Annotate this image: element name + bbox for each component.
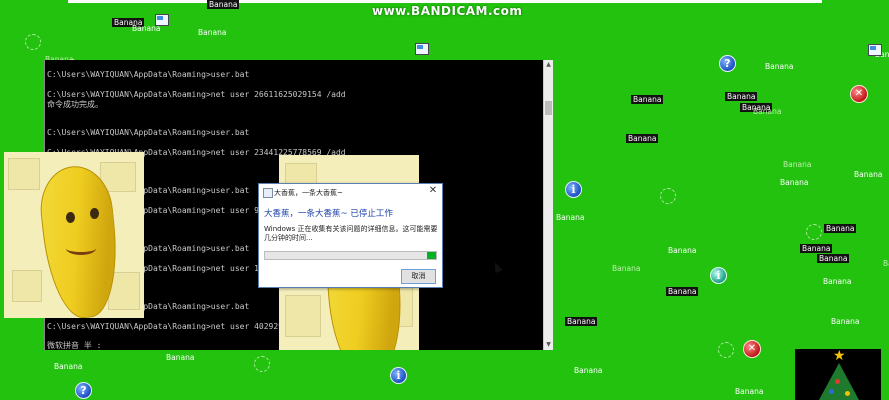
star-icon: ★ <box>833 348 846 364</box>
banana-label: Banana <box>783 160 812 169</box>
ghost-icon <box>254 356 270 372</box>
banana-label: Banana <box>817 254 850 263</box>
ghost-icon <box>25 34 41 50</box>
dialog-heading: 大香蕉，一条大香蕉~ 已停止工作 <box>264 209 393 219</box>
banana-label: Banana <box>565 317 598 326</box>
banana-label: Banana <box>556 213 585 222</box>
ghost-icon <box>718 342 734 358</box>
banana-label: Banana <box>753 107 782 116</box>
banana-label: Banana <box>725 92 758 101</box>
close-icon[interactable]: ✕ <box>428 186 438 196</box>
banana-label: Banana <box>823 277 852 286</box>
banana-label: Banana <box>765 62 794 71</box>
banana-label: Banana <box>883 259 889 268</box>
bandicam-watermark: www.BANDICAM.com <box>372 4 523 18</box>
banana-label: Banana <box>207 0 240 9</box>
window-icon <box>868 44 882 56</box>
banana-label: Banana <box>668 246 697 255</box>
progress-bar <box>264 251 437 260</box>
ghost-icon <box>806 224 822 240</box>
console-line: 微软拼音 半 : <box>47 341 102 350</box>
error-icon[interactable] <box>743 340 761 358</box>
cancel-button[interactable]: 取消 <box>401 269 436 284</box>
info-icon[interactable] <box>390 367 407 384</box>
console-line: C:\Users\WAYIQUAN\AppData\Roaming>user.b… <box>47 70 250 79</box>
top-edge-bar <box>68 0 822 3</box>
banana-label: Banana <box>612 264 641 273</box>
window-icon <box>155 14 169 26</box>
banana-label: Banana <box>631 95 664 104</box>
banana-label: Banana <box>666 287 699 296</box>
question-icon[interactable] <box>75 382 92 399</box>
banana-label: Banana <box>735 387 764 396</box>
banana-label: Banana <box>824 224 857 233</box>
banana-label: Banana <box>54 362 83 371</box>
banana-label: Banana <box>166 353 195 362</box>
console-line: C:\Users\WAYIQUAN\AppData\Roaming>user.b… <box>47 128 250 137</box>
dialog-title: 大香蕉，一条大香蕉~ <box>274 189 343 197</box>
banana-label: Banana <box>831 317 860 326</box>
ghost-icon <box>660 188 676 204</box>
banana-label: Banana <box>198 28 227 37</box>
app-icon <box>263 188 273 198</box>
banana-label: Banana <box>800 244 833 253</box>
console-line: C:\Users\WAYIQUAN\AppData\Roaming>net us… <box>47 90 346 99</box>
scroll-thumb[interactable] <box>545 101 552 115</box>
window-icon <box>415 43 429 55</box>
error-dialog[interactable]: 大香蕉，一条大香蕉~ ✕ 大香蕉，一条大香蕉~ 已停止工作 Windows 正在… <box>258 183 443 288</box>
banana-label: Banana <box>626 134 659 143</box>
progress-fill <box>427 252 436 259</box>
banana-label: Banana <box>854 170 883 179</box>
scroll-down-icon[interactable]: ▼ <box>544 340 553 350</box>
info-icon[interactable] <box>565 181 582 198</box>
dialog-message: Windows 正在收集有关该问题的详细信息。这可能需要几分钟的时间... <box>264 225 438 242</box>
banana-image <box>4 152 144 318</box>
christmas-tree-image: ★ <box>795 349 881 400</box>
console-scrollbar[interactable]: ▲ ▼ <box>543 60 553 350</box>
scroll-up-icon[interactable]: ▲ <box>544 60 553 70</box>
console-line: 命令成功完成。 <box>47 100 103 109</box>
banana-label: Banana <box>574 366 603 375</box>
info-teal-icon[interactable] <box>710 267 727 284</box>
question-icon[interactable] <box>719 55 736 72</box>
error-icon[interactable] <box>850 85 868 103</box>
banana-label: Banana <box>780 178 809 187</box>
